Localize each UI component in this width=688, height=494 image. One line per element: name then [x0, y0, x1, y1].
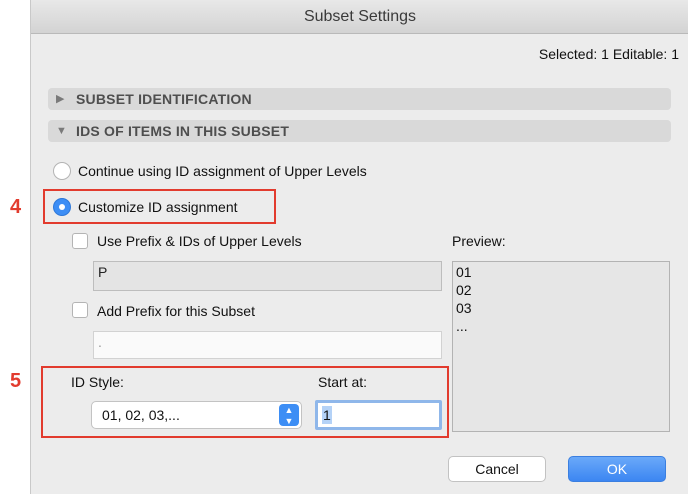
section-subset-identification[interactable]: ▶ SUBSET IDENTIFICATION — [48, 88, 671, 110]
section-ids-of-items[interactable]: ▼ IDS OF ITEMS IN THIS SUBSET — [48, 120, 671, 142]
preview-list: 01 02 03 ... — [452, 261, 670, 432]
annotation-box-5 — [41, 366, 449, 438]
preview-label: Preview: — [452, 233, 506, 249]
triangle-right-icon: ▶ — [56, 93, 65, 105]
add-prefix-label: Add Prefix for this Subset — [97, 303, 255, 319]
preview-line: 01 — [456, 264, 472, 280]
preview-line: ... — [456, 318, 468, 334]
section-title: SUBSET IDENTIFICATION — [76, 91, 252, 107]
use-prefix-checkbox[interactable] — [72, 233, 88, 249]
preview-line: 03 — [456, 300, 472, 316]
use-prefix-label: Use Prefix & IDs of Upper Levels — [97, 233, 302, 249]
selection-info: Selected: 1 Editable: 1 — [538, 46, 679, 62]
annotation-number-4: 4 — [10, 196, 22, 218]
annotation-number-5: 5 — [10, 370, 22, 392]
subset-prefix-field[interactable]: . — [93, 331, 442, 359]
section-title: IDS OF ITEMS IN THIS SUBSET — [76, 123, 290, 139]
ok-button[interactable]: OK — [568, 456, 666, 482]
preview-line: 02 — [456, 282, 472, 298]
subset-settings-dialog: Subset Settings Selected: 1 Editable: 1 … — [30, 0, 688, 494]
radio-continue-upper-levels[interactable] — [53, 162, 71, 180]
radio-continue-label: Continue using ID assignment of Upper Le… — [78, 163, 367, 179]
window-title: Subset Settings — [31, 0, 688, 34]
annotation-box-4 — [43, 189, 276, 224]
upper-prefix-field: P — [93, 261, 442, 291]
triangle-down-icon: ▼ — [56, 125, 67, 137]
cancel-button[interactable]: Cancel — [448, 456, 546, 482]
add-prefix-checkbox[interactable] — [72, 302, 88, 318]
